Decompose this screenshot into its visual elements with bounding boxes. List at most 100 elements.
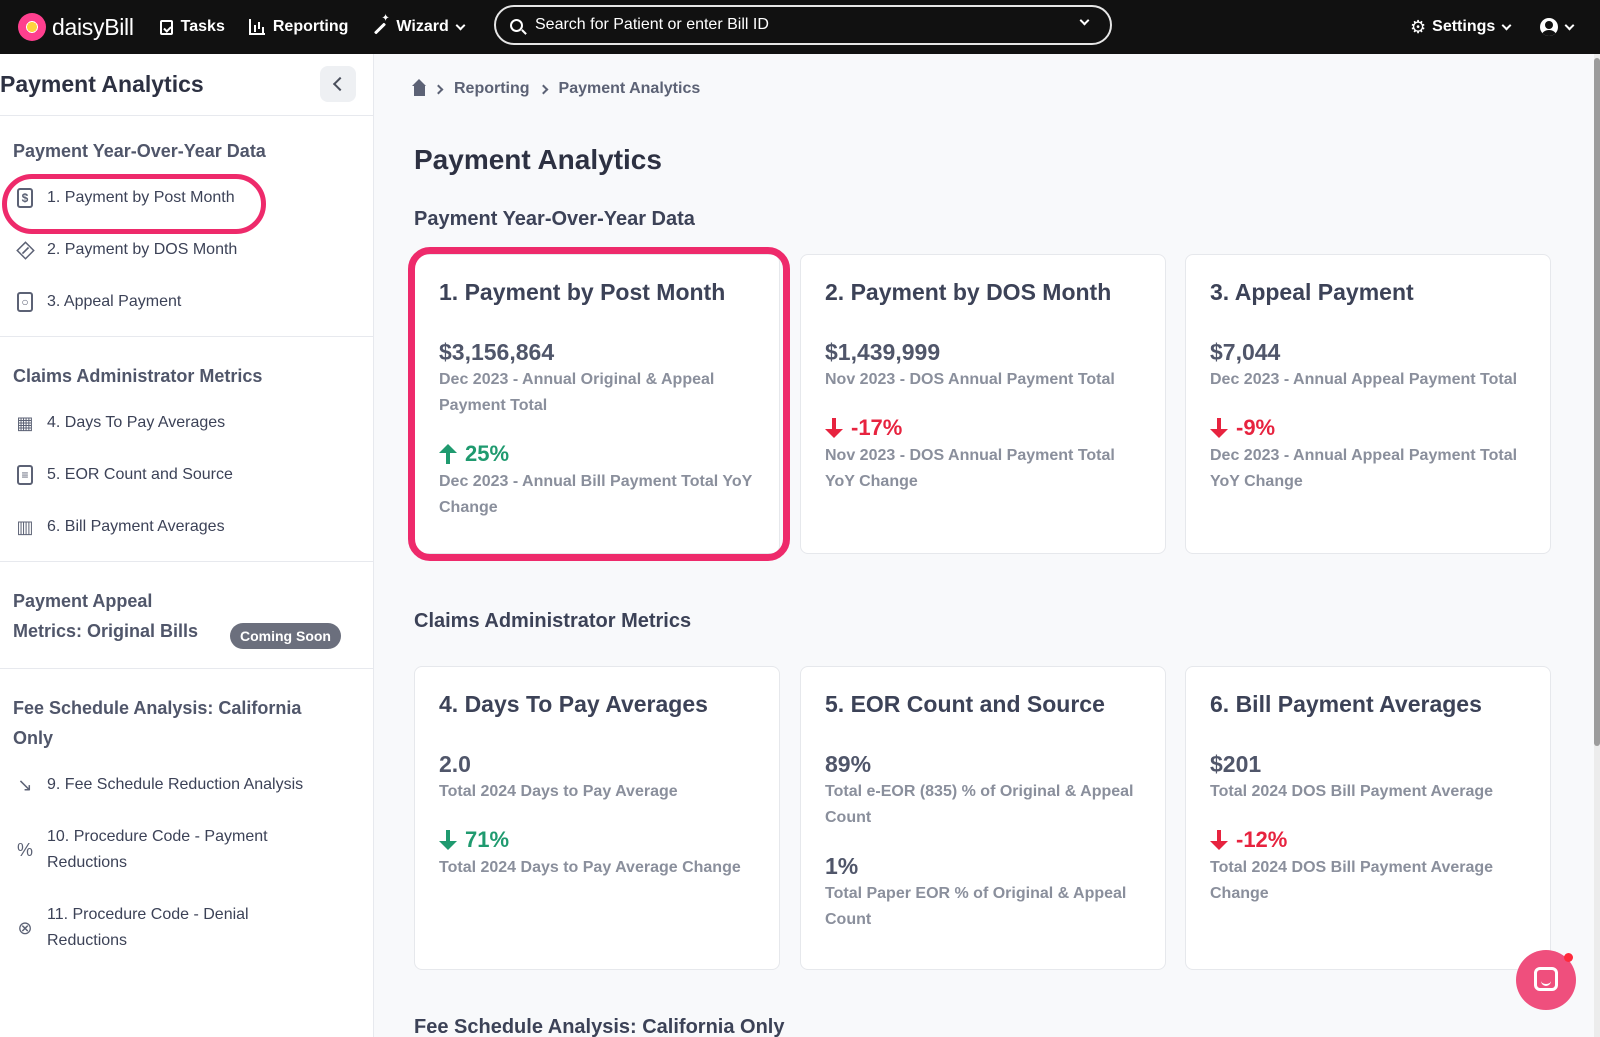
card-value: 2.0 <box>439 751 471 777</box>
sidebar-item-procedure-denial-reductions[interactable]: ⊗ 11. Procedure Code - Denial Reductions <box>13 889 373 967</box>
card-change-value: -17% <box>851 415 903 440</box>
nav-tasks[interactable]: Tasks <box>159 0 225 54</box>
chevron-right-icon <box>538 84 548 94</box>
search-doc-icon: ○ <box>17 292 33 312</box>
card-bill-payment-averages[interactable]: 6. Bill Payment Averages $201 Total 2024… <box>1185 666 1551 970</box>
card-payment-by-dos-month[interactable]: 2. Payment by DOS Month $1,439,999 Nov 2… <box>800 254 1166 554</box>
search-dropdown-chevron-icon[interactable] <box>1079 15 1090 26</box>
card-change-desc: Total 2024 Days to Pay Average Change <box>439 859 741 876</box>
nav-wizard[interactable]: Wizard <box>372 0 466 54</box>
sidebar-section-fee-schedule: Fee Schedule Analysis: California Only ↘… <box>0 669 373 977</box>
sidebar-section-title-line1: Fee Schedule Analysis: California <box>13 698 302 718</box>
card-days-to-pay[interactable]: 4. Days To Pay Averages 2.0 Total 2024 D… <box>414 666 780 970</box>
card-value-desc: Total e-EOR (835) % of Original & Appeal… <box>825 783 1134 826</box>
chevron-down-icon <box>1501 20 1512 30</box>
chevron-down-icon <box>1564 20 1575 30</box>
card-change-desc: Nov 2023 - DOS Annual Payment Total YoY … <box>825 447 1115 490</box>
card-change: -9% <box>1210 413 1526 443</box>
card-eor-count[interactable]: 5. EOR Count and Source 89% Total e-EOR … <box>800 666 1166 970</box>
search-bar[interactable] <box>494 5 1112 45</box>
clipboard-check-icon <box>159 19 173 35</box>
coming-soon-badge: Coming Soon <box>230 623 341 649</box>
section-title-yoy: Payment Year-Over-Year Data <box>414 208 695 230</box>
sidebar-item-eor-count[interactable]: ≡ 5. EOR Count and Source <box>13 449 373 501</box>
magic-wand-icon <box>372 13 389 35</box>
sidebar-section-payment-appeal: Payment Appeal Metrics: Original Bills <box>0 562 373 669</box>
nav-wizard-label: Wizard <box>396 18 449 35</box>
search-input[interactable] <box>535 16 1055 34</box>
notification-dot <box>1564 953 1573 962</box>
document-lines-icon: ≡ <box>17 465 33 485</box>
chevron-right-icon <box>433 84 444 94</box>
appeal-doc-icon: ○ <box>13 290 37 314</box>
home-icon[interactable] <box>412 79 426 96</box>
arrow-down-icon <box>825 418 843 438</box>
card-value-desc: Total 2024 Days to Pay Average <box>439 783 678 800</box>
card-change: -17% <box>825 413 1141 443</box>
sidebar-item-fee-schedule-reduction[interactable]: ↘ 9. Fee Schedule Reduction Analysis <box>13 759 373 811</box>
chevron-down-icon <box>455 20 466 30</box>
percent-icon: % <box>16 840 33 860</box>
sidebar-item-label-line1: 10. Procedure Code - Payment <box>47 828 268 845</box>
daisy-flower-icon <box>18 13 46 41</box>
card-change-desc: Dec 2023 - Annual Appeal Payment Total Y… <box>1210 447 1518 490</box>
scrollbar-thumb[interactable] <box>1594 58 1600 746</box>
user-menu[interactable] <box>1540 0 1575 54</box>
breadcrumb: Reporting Payment Analytics <box>412 79 701 98</box>
card-value: $201 <box>1210 751 1262 777</box>
card-value: $7,044 <box>1210 339 1281 365</box>
nav-reporting[interactable]: Reporting <box>248 0 349 54</box>
arrow-down-icon <box>1210 418 1228 438</box>
trend-down-icon: ↘ <box>17 774 33 795</box>
x-circle-icon: ⊗ <box>17 918 33 938</box>
section-title-claims-admin: Claims Administrator Metrics <box>414 610 692 632</box>
sidebar-item-label: 3. Appeal Payment <box>47 293 182 310</box>
brand-name: daisyBill <box>52 13 134 40</box>
sidebar-item-procedure-payment-reductions[interactable]: % 10. Procedure Code - Payment Reduction… <box>13 811 373 889</box>
card-title: 6. Bill Payment Averages <box>1210 691 1482 717</box>
breadcrumb-reporting[interactable]: Reporting <box>454 80 530 98</box>
bandage-icon: ⊟ <box>11 236 40 265</box>
sidebar-item-label-line1: 11. Procedure Code - Denial <box>47 906 249 923</box>
card-appeal-payment[interactable]: 3. Appeal Payment $7,044 Dec 2023 - Annu… <box>1185 254 1551 554</box>
card-value-desc: Dec 2023 - Annual Appeal Payment Total <box>1210 371 1518 388</box>
sidebar-section-title-line2: Only <box>13 728 54 748</box>
sidebar-title: Payment Analytics <box>0 71 204 97</box>
arrow-down-icon <box>439 830 457 850</box>
collapse-sidebar-button[interactable] <box>320 66 356 102</box>
card-change: 71% <box>439 825 755 855</box>
sidebar-item-label-line2: Reductions <box>47 932 128 949</box>
breadcrumb-payment-analytics[interactable]: Payment Analytics <box>559 80 701 98</box>
user-avatar-icon <box>1540 18 1558 36</box>
nav-reporting-label: Reporting <box>272 18 349 35</box>
page-title: Payment Analytics <box>414 144 662 175</box>
sidebar-section-title: Claims Administrator Metrics <box>13 366 263 386</box>
daisybill-logo[interactable]: daisyBill <box>18 0 134 54</box>
sidebar-item-days-to-pay[interactable]: ▦ 4. Days To Pay Averages <box>13 397 373 449</box>
sidebar-header: Payment Analytics <box>0 54 373 116</box>
search-icon <box>510 18 523 32</box>
sidebar-section-title-line1: Payment Appeal <box>13 591 153 611</box>
sidebar-highlight-annotation <box>2 174 266 234</box>
card-highlight-annotation <box>408 247 790 561</box>
sidebar-item-label: 2. Payment by DOS Month <box>47 241 238 258</box>
card-change-value: -12% <box>1236 827 1288 852</box>
card-change: -12% <box>1210 825 1526 855</box>
settings-menu[interactable]: ⚙ Settings <box>1410 0 1512 54</box>
sidebar-section-title: Payment Year-Over-Year Data <box>13 141 266 161</box>
card-value-2: 1% <box>825 853 859 879</box>
sidebar-item-label-line2: Reductions <box>47 854 128 871</box>
sidebar-item-label-wrap: 10. Procedure Code - Payment Reductions <box>47 824 268 876</box>
card-change-value: 71% <box>465 827 510 852</box>
chat-launcher-button[interactable] <box>1516 950 1576 1010</box>
card-value-2-desc: Total Paper EOR % of Original & Appeal C… <box>825 885 1127 928</box>
sidebar-item-label-wrap: 11. Procedure Code - Denial Reductions <box>47 902 249 954</box>
sidebar-item-bill-payment-averages[interactable]: ▥ 6. Bill Payment Averages <box>13 501 373 553</box>
card-title: 5. EOR Count and Source <box>825 691 1105 717</box>
sidebar-section-claims-admin: Claims Administrator Metrics ▦ 4. Days T… <box>0 337 373 562</box>
page-scrollbar[interactable] <box>1594 54 1600 1037</box>
card-title: 4. Days To Pay Averages <box>439 691 708 717</box>
card-value: 89% <box>825 751 872 777</box>
sidebar-item-appeal-payment[interactable]: ○ 3. Appeal Payment <box>13 276 373 328</box>
sidebar-item-label: 4. Days To Pay Averages <box>47 414 226 431</box>
